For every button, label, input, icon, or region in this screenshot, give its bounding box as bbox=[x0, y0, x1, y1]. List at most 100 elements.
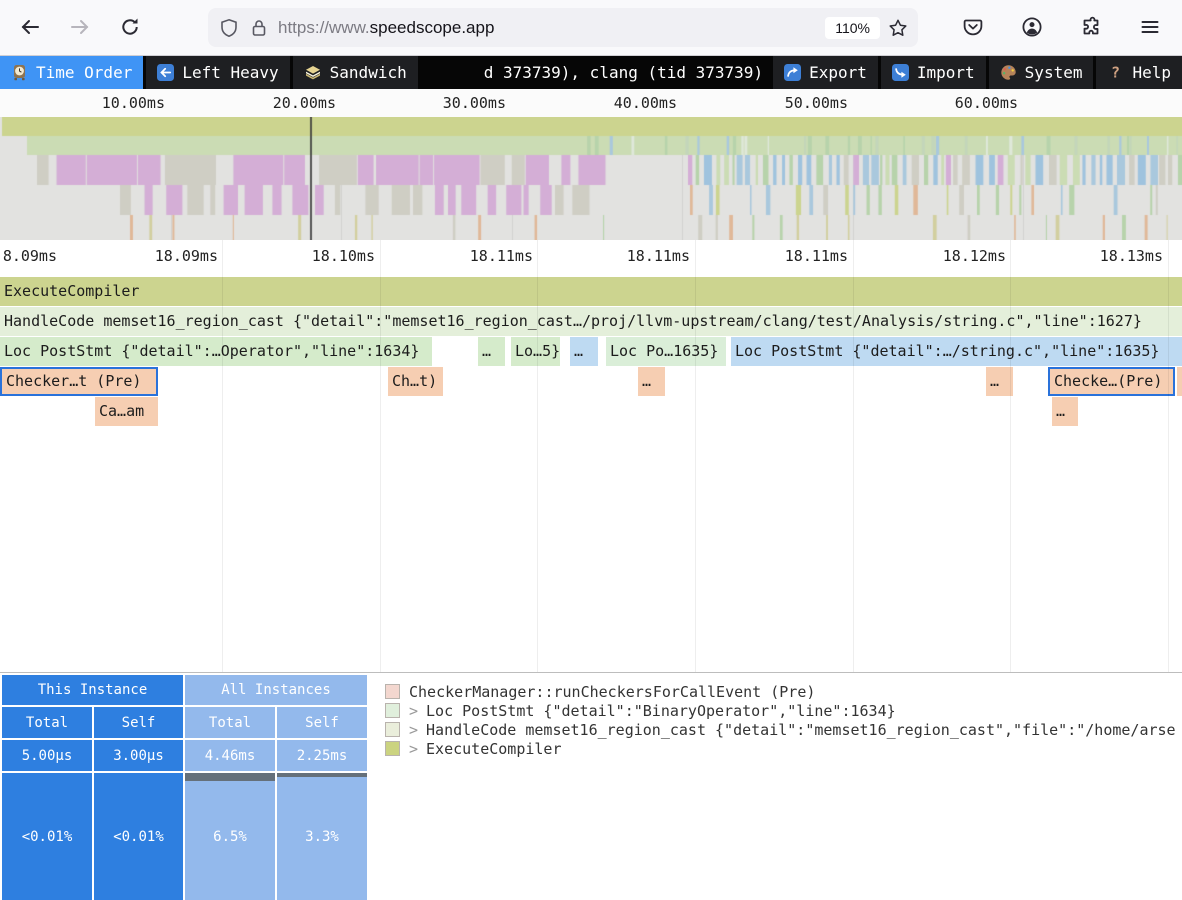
gridline bbox=[695, 240, 696, 672]
stats-col-header: Total bbox=[2, 707, 92, 738]
flame-bar[interactable]: … bbox=[1052, 397, 1078, 426]
account-icon bbox=[1021, 16, 1043, 38]
tab-export[interactable]: Export bbox=[773, 56, 878, 89]
minimap-flamegraph[interactable] bbox=[0, 117, 1182, 240]
frame-label: HandleCode memset16_region_cast {"detail… bbox=[426, 721, 1176, 739]
import-icon bbox=[892, 64, 909, 81]
flame-axis-label: 18.10ms bbox=[312, 247, 375, 265]
stats-col-header: Total bbox=[185, 707, 275, 738]
url-text: https://www.speedscope.app bbox=[278, 18, 494, 38]
reload-button[interactable] bbox=[114, 11, 146, 43]
flame-bar[interactable]: … bbox=[986, 367, 1013, 396]
bookmark-button[interactable] bbox=[888, 18, 908, 38]
flame-bar[interactable]: Loc PostStmt {"detail":…Operator","line"… bbox=[0, 337, 432, 366]
pocket-button[interactable] bbox=[957, 11, 989, 43]
flame-axis-label: 8.09ms bbox=[3, 247, 57, 265]
flame-axis-label: 18.11ms bbox=[627, 247, 690, 265]
frame-color-swatch bbox=[385, 703, 400, 718]
tab-label: Export bbox=[809, 63, 867, 82]
tab-system[interactable]: System bbox=[989, 56, 1094, 89]
zoom-level-badge[interactable]: 110% bbox=[825, 17, 880, 39]
tab-import[interactable]: Import bbox=[881, 56, 986, 89]
stats-percent: 3.3% bbox=[277, 773, 367, 900]
percent-fill-bar bbox=[185, 773, 275, 781]
frame-color-swatch bbox=[385, 741, 400, 756]
flame-bar[interactable]: … bbox=[638, 367, 665, 396]
flame-axis-label: 18.11ms bbox=[470, 247, 533, 265]
export-icon bbox=[784, 64, 801, 81]
frame-label: CheckerManager::runCheckersForCallEvent … bbox=[409, 683, 815, 701]
call-stack-item[interactable]: > Loc PostStmt {"detail":"BinaryOperator"… bbox=[385, 701, 1182, 720]
flame-bar[interactable]: Checke…(Pre) bbox=[1048, 367, 1175, 396]
frame-label: Loc PostStmt {"detail":"BinaryOperator",… bbox=[426, 702, 896, 720]
flame-bar[interactable]: Ch…t) bbox=[388, 367, 443, 396]
back-icon bbox=[19, 16, 41, 38]
tab-left-heavy[interactable]: Left Heavy bbox=[146, 56, 289, 89]
gridline bbox=[537, 240, 538, 672]
flame-bar[interactable]: Loc Po…1635} bbox=[606, 337, 726, 366]
account-button[interactable] bbox=[1016, 11, 1048, 43]
url-host: speedscope.app bbox=[370, 18, 495, 37]
flame-bar[interactable]: Ca…am bbox=[95, 397, 158, 426]
url-bar[interactable]: https://www.speedscope.app 110% bbox=[208, 8, 918, 47]
reload-icon bbox=[120, 17, 140, 37]
chevron-right-icon: > bbox=[409, 721, 418, 739]
flame-bar[interactable]: Lo…5} bbox=[511, 337, 560, 366]
hamburger-icon bbox=[1139, 16, 1161, 38]
forward-button[interactable] bbox=[64, 11, 96, 43]
profile-title: d 373739), clang (tid 373739) bbox=[421, 56, 770, 89]
call-stack-item[interactable]: > HandleCode memset16_region_cast {"detai… bbox=[385, 720, 1182, 739]
tab-help[interactable]: ?Help bbox=[1096, 56, 1182, 89]
url-scheme: https://www. bbox=[278, 18, 370, 37]
extensions-button[interactable] bbox=[1075, 11, 1107, 43]
tab-label: Import bbox=[917, 63, 975, 82]
menu-button[interactable] bbox=[1134, 11, 1166, 43]
stats-percent: <0.01% bbox=[94, 773, 183, 900]
tab-label: Sandwich bbox=[330, 63, 407, 82]
tab-sandwich[interactable]: Sandwich bbox=[293, 56, 418, 89]
flame-bar[interactable]: HandleCode memset16_region_cast {"detail… bbox=[0, 307, 1182, 336]
shield-icon[interactable] bbox=[219, 18, 239, 38]
frame-label: ExecuteCompiler bbox=[426, 740, 561, 758]
flame-bar[interactable]: Loc PostStmt {"detail":…/string.c","line… bbox=[731, 337, 1182, 366]
stats-value: 5.00µs bbox=[2, 740, 92, 771]
speedscope-toolbar: Time Order Left Heavy Sandwich d 373739), … bbox=[0, 56, 1182, 89]
call-stack-item[interactable]: CheckerManager::runCheckersForCallEvent … bbox=[385, 682, 1182, 701]
call-stack: CheckerManager::runCheckersForCallEvent … bbox=[368, 673, 1182, 900]
minimap-axis-label: 10.00ms bbox=[102, 94, 165, 112]
flame-bar[interactable] bbox=[1177, 367, 1182, 396]
puzzle-icon bbox=[1080, 16, 1102, 38]
stats-percent: <0.01% bbox=[2, 773, 92, 900]
tab-time-order[interactable]: Time Order bbox=[0, 56, 143, 89]
clock-icon bbox=[11, 64, 28, 81]
flame-chart[interactable]: ExecuteCompilerHandleCode memset16_regio… bbox=[0, 240, 1182, 672]
question-icon: ? bbox=[1107, 64, 1124, 81]
back-button[interactable] bbox=[14, 11, 46, 43]
stats-value: 2.25ms bbox=[277, 740, 367, 771]
call-stack-item[interactable]: >ExecuteCompiler bbox=[385, 739, 1182, 758]
tab-label: System bbox=[1025, 63, 1083, 82]
flame-bar[interactable]: … bbox=[478, 337, 505, 366]
tab-label: Time Order bbox=[36, 63, 132, 82]
minimap-axis: 10.00ms20.00ms30.00ms40.00ms50.00ms60.00… bbox=[0, 89, 1182, 118]
minimap-axis-label: 50.00ms bbox=[785, 94, 848, 112]
pocket-icon bbox=[962, 16, 984, 38]
flame-bar[interactable]: ExecuteCompiler bbox=[0, 277, 1182, 306]
sandwich-icon bbox=[304, 64, 322, 81]
percent-fill-bar bbox=[277, 773, 367, 777]
lock-icon[interactable] bbox=[250, 18, 268, 38]
toolbar-actions: Export Import System ?Help bbox=[770, 56, 1182, 89]
minimap-axis-label: 20.00ms bbox=[273, 94, 336, 112]
left-arrow-icon bbox=[157, 64, 174, 81]
minimap-axis-label: 30.00ms bbox=[443, 94, 506, 112]
gridline bbox=[1010, 240, 1011, 672]
stats-group-header: All Instances bbox=[185, 675, 367, 705]
view-tabs: Time Order Left Heavy Sandwich bbox=[0, 56, 421, 89]
chevron-right-icon: > bbox=[409, 702, 418, 720]
stats-col-header: Self bbox=[94, 707, 183, 738]
stats-value: 4.46ms bbox=[185, 740, 275, 771]
flame-bar[interactable]: … bbox=[570, 337, 598, 366]
flame-bar[interactable]: Checker…t (Pre) bbox=[0, 367, 158, 396]
stats-value: 3.00µs bbox=[94, 740, 183, 771]
flame-axis-label: 18.11ms bbox=[785, 247, 848, 265]
